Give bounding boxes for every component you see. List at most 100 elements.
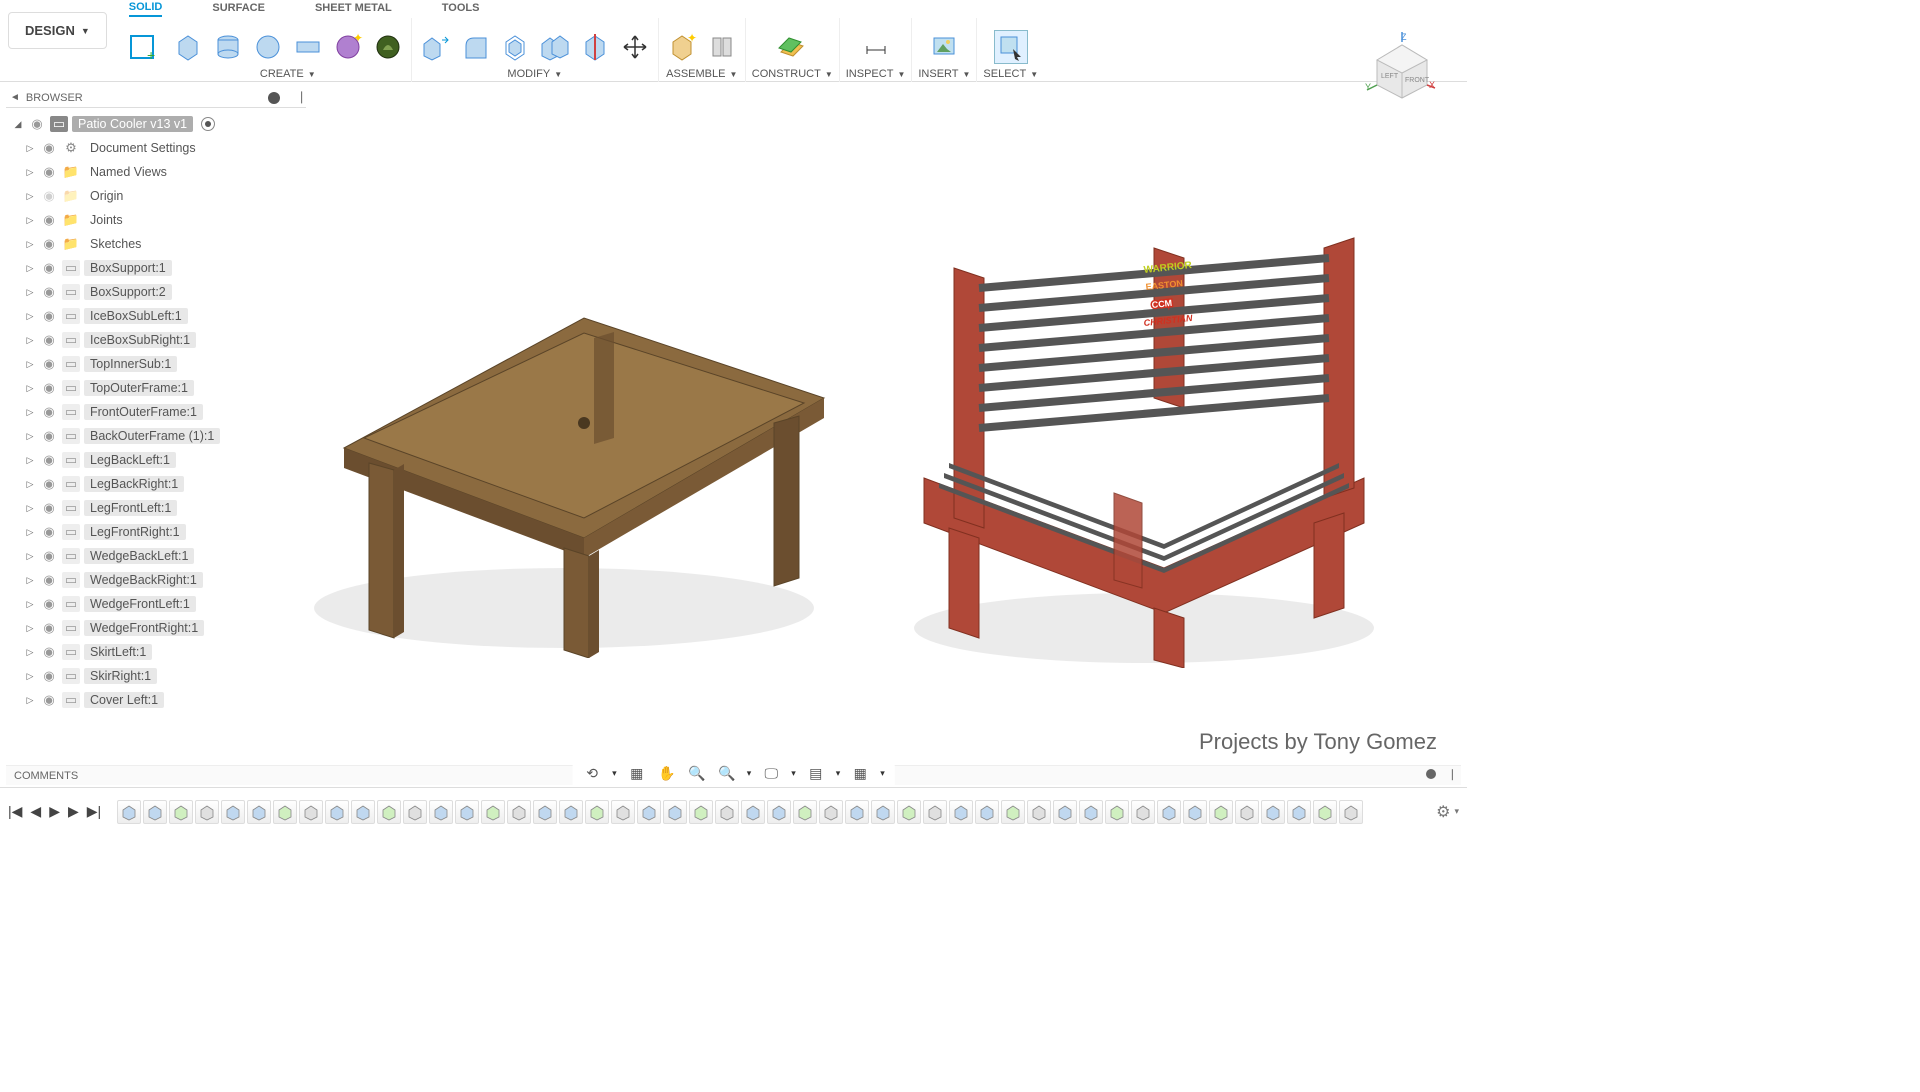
tree-item[interactable]: ▷◉▭LegBackLeft:1 — [6, 448, 306, 472]
timeline-step[interactable] — [1079, 800, 1103, 824]
timeline-step[interactable] — [767, 800, 791, 824]
create-form-icon[interactable]: ✦ — [331, 30, 365, 64]
tree-item[interactable]: ▷◉▭TopOuterFrame:1 — [6, 376, 306, 400]
timeline-step[interactable] — [949, 800, 973, 824]
timeline-play-icon[interactable]: ▶ — [49, 803, 60, 820]
timeline-step[interactable] — [1261, 800, 1285, 824]
timeline-step[interactable] — [585, 800, 609, 824]
tree-item[interactable]: ▷◉▭BoxSupport:2 — [6, 280, 306, 304]
tree-item[interactable]: ▷◉▭BoxSupport:1 — [6, 256, 306, 280]
timeline-step[interactable] — [351, 800, 375, 824]
tree-item[interactable]: ▷◉▭SkirtLeft:1 — [6, 640, 306, 664]
expander-icon[interactable]: ▷ — [24, 215, 36, 226]
construct-plane-icon[interactable] — [775, 30, 809, 64]
tree-item[interactable]: ▷◉⚙Document Settings — [6, 136, 306, 160]
tree-item[interactable]: ▷◉▭LegBackRight:1 — [6, 472, 306, 496]
visibility-icon[interactable]: ◉ — [28, 116, 46, 132]
timeline-forward-icon[interactable]: ▶ — [68, 803, 79, 820]
expander-icon[interactable]: ▷ — [24, 191, 36, 202]
tree-item[interactable]: ▷◉▭IceBoxSubRight:1 — [6, 328, 306, 352]
timeline-step[interactable] — [481, 800, 505, 824]
create-derive-icon[interactable] — [371, 30, 405, 64]
timeline-step[interactable] — [299, 800, 323, 824]
expander-icon[interactable]: ▷ — [24, 527, 36, 538]
shell-icon[interactable] — [498, 30, 532, 64]
timeline-end-icon[interactable]: ▶| — [87, 803, 101, 820]
expander-icon[interactable]: ▷ — [24, 623, 36, 634]
create-box-icon[interactable] — [171, 30, 205, 64]
press-pull-icon[interactable] — [418, 30, 452, 64]
expander-icon[interactable]: ▷ — [24, 359, 36, 370]
expander-icon[interactable]: ▷ — [24, 311, 36, 322]
timeline-back-icon[interactable]: ◀ — [30, 803, 41, 820]
create-group-label[interactable]: CREATE▼ — [260, 64, 316, 82]
zoom-icon[interactable]: 🔍 — [687, 763, 707, 783]
timeline-settings-icon[interactable]: ⚙ — [1436, 802, 1450, 822]
expander-icon[interactable]: ▷ — [24, 143, 36, 154]
timeline-step[interactable] — [117, 800, 141, 824]
grid-settings-icon[interactable]: ▤ — [806, 763, 826, 783]
workspace-switcher-button[interactable]: DESIGN ▼ — [8, 12, 107, 49]
tree-item[interactable]: ▷◉📁Origin — [6, 184, 306, 208]
timeline-step[interactable] — [377, 800, 401, 824]
timeline-step[interactable] — [871, 800, 895, 824]
timeline-step[interactable] — [169, 800, 193, 824]
visibility-icon[interactable]: ◉ — [40, 260, 58, 276]
tree-item[interactable]: ▷◉▭WedgeFrontRight:1 — [6, 616, 306, 640]
expander-icon[interactable]: ▷ — [24, 575, 36, 586]
table-model[interactable] — [284, 238, 844, 658]
visibility-icon[interactable]: ◉ — [40, 428, 58, 444]
tree-item[interactable]: ▷◉▭FrontOuterFrame:1 — [6, 400, 306, 424]
timeline-step[interactable] — [923, 800, 947, 824]
timeline-step[interactable] — [663, 800, 687, 824]
new-sketch-icon[interactable]: + — [125, 30, 159, 64]
timeline-step[interactable] — [221, 800, 245, 824]
timeline-step[interactable] — [689, 800, 713, 824]
select-group-label[interactable]: SELECT▼ — [983, 64, 1038, 82]
visibility-icon[interactable]: ◉ — [40, 332, 58, 348]
timeline-step[interactable] — [897, 800, 921, 824]
timeline-step[interactable] — [143, 800, 167, 824]
timeline-step[interactable] — [975, 800, 999, 824]
timeline-step[interactable] — [1183, 800, 1207, 824]
visibility-icon[interactable]: ◉ — [40, 188, 58, 204]
visibility-icon[interactable]: ◉ — [40, 212, 58, 228]
timeline-step[interactable] — [273, 800, 297, 824]
timeline-step[interactable] — [715, 800, 739, 824]
timeline-step[interactable] — [507, 800, 531, 824]
timeline-step[interactable] — [1235, 800, 1259, 824]
expander-icon[interactable]: ▷ — [24, 431, 36, 442]
create-sphere-icon[interactable] — [251, 30, 285, 64]
timeline-step[interactable] — [533, 800, 557, 824]
create-torus-icon[interactable] — [291, 30, 325, 64]
pan-icon[interactable]: ✋ — [657, 763, 677, 783]
visibility-icon[interactable]: ◉ — [40, 692, 58, 708]
view-cube[interactable]: LEFT FRONT Z Y X — [1357, 30, 1437, 100]
visibility-icon[interactable]: ◉ — [40, 668, 58, 684]
visibility-icon[interactable]: ◉ — [40, 308, 58, 324]
visibility-icon[interactable]: ◉ — [40, 452, 58, 468]
visibility-icon[interactable]: ◉ — [40, 524, 58, 540]
expander-icon[interactable]: ▷ — [24, 695, 36, 706]
zoom-window-icon[interactable]: 🔍 — [717, 763, 737, 783]
timeline-step[interactable] — [1313, 800, 1337, 824]
insert-decal-icon[interactable] — [927, 30, 961, 64]
tree-item[interactable]: ▷◉▭LegFrontRight:1 — [6, 520, 306, 544]
visibility-icon[interactable]: ◉ — [40, 140, 58, 156]
timeline-step[interactable] — [403, 800, 427, 824]
expander-icon[interactable]: ▷ — [24, 503, 36, 514]
insert-group-label[interactable]: INSERT▼ — [918, 64, 970, 82]
tree-item[interactable]: ▷◉📁Named Views — [6, 160, 306, 184]
comments-pin-icon[interactable]: ⎹ — [1442, 769, 1453, 782]
timeline-step[interactable] — [1053, 800, 1077, 824]
expander-icon[interactable]: ◢ — [12, 119, 24, 130]
expander-icon[interactable]: ▷ — [24, 287, 36, 298]
look-at-icon[interactable]: ▦ — [627, 763, 647, 783]
tree-item[interactable]: ▷◉▭Cover Left:1 — [6, 688, 306, 712]
fillet-icon[interactable] — [458, 30, 492, 64]
expander-icon[interactable]: ▷ — [24, 263, 36, 274]
tab-tools[interactable]: TOOLS — [442, 2, 480, 16]
expander-icon[interactable]: ▷ — [24, 239, 36, 250]
expander-icon[interactable]: ▷ — [24, 479, 36, 490]
visibility-icon[interactable]: ◉ — [40, 404, 58, 420]
